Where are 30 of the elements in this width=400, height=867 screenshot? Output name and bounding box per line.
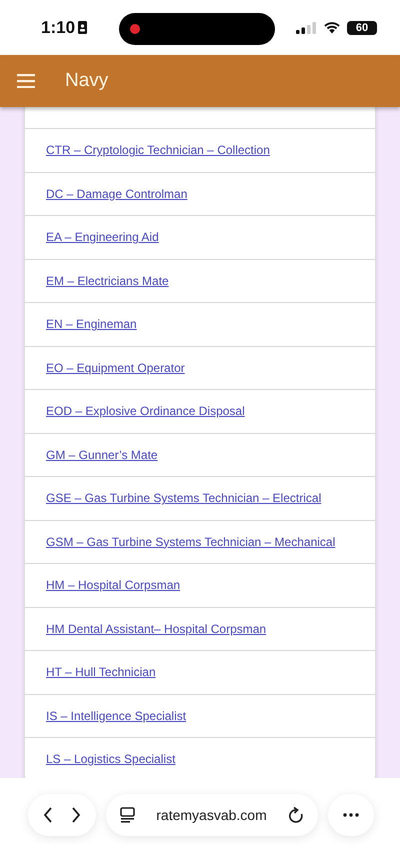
rating-link[interactable]: EM – Electricians Mate (46, 274, 169, 288)
rating-link[interactable]: GM – Gunner’s Mate (46, 448, 158, 462)
rating-link[interactable]: HM Dental Assistant– Hospital Corpsman (46, 622, 266, 636)
rating-link[interactable]: HT – Hull Technician (46, 665, 156, 680)
rating-link[interactable]: CTR – Cryptologic Technician – Collection (46, 143, 270, 158)
id-card-icon (78, 21, 88, 34)
page-title: Navy (65, 70, 108, 92)
rating-link[interactable]: GSE – Gas Turbine Systems Technician – Electrical (46, 491, 322, 506)
rating-link[interactable]: EA – Engineering Aid (46, 230, 159, 244)
rating-link[interactable]: EOD – Explosive Ordinance Disposal (46, 404, 245, 418)
battery-indicator: 60 (347, 20, 378, 34)
rating-link[interactable]: GSM – Gas Turbine Systems Technician – Mechanical (46, 534, 336, 549)
forward-icon[interactable] (71, 807, 81, 823)
address-bar[interactable]: ratemyasvab.com (106, 794, 318, 836)
more-icon[interactable] (343, 813, 359, 817)
menu-icon[interactable] (17, 74, 35, 88)
rating-link[interactable]: HM – Hospital Corpsman (46, 578, 180, 592)
back-icon[interactable] (43, 807, 53, 823)
rating-link[interactable]: LS – Logistics Specialist (46, 752, 176, 766)
reload-icon[interactable] (288, 806, 304, 824)
rating-link[interactable]: EO – Equipment Operator (46, 360, 185, 375)
status-time: 1:10 (41, 18, 76, 38)
url-text: ratemyasvab.com (156, 807, 267, 823)
signal-icon (296, 22, 316, 34)
wifi-icon (323, 21, 342, 34)
rating-link[interactable]: IS – Intelligence Specialist (46, 708, 186, 723)
tabs-icon[interactable] (120, 807, 135, 823)
rating-link[interactable]: DC – Damage Controlman (46, 186, 188, 201)
recording-dot-icon (130, 24, 140, 34)
rating-link[interactable]: EN – Engineman (46, 317, 137, 332)
